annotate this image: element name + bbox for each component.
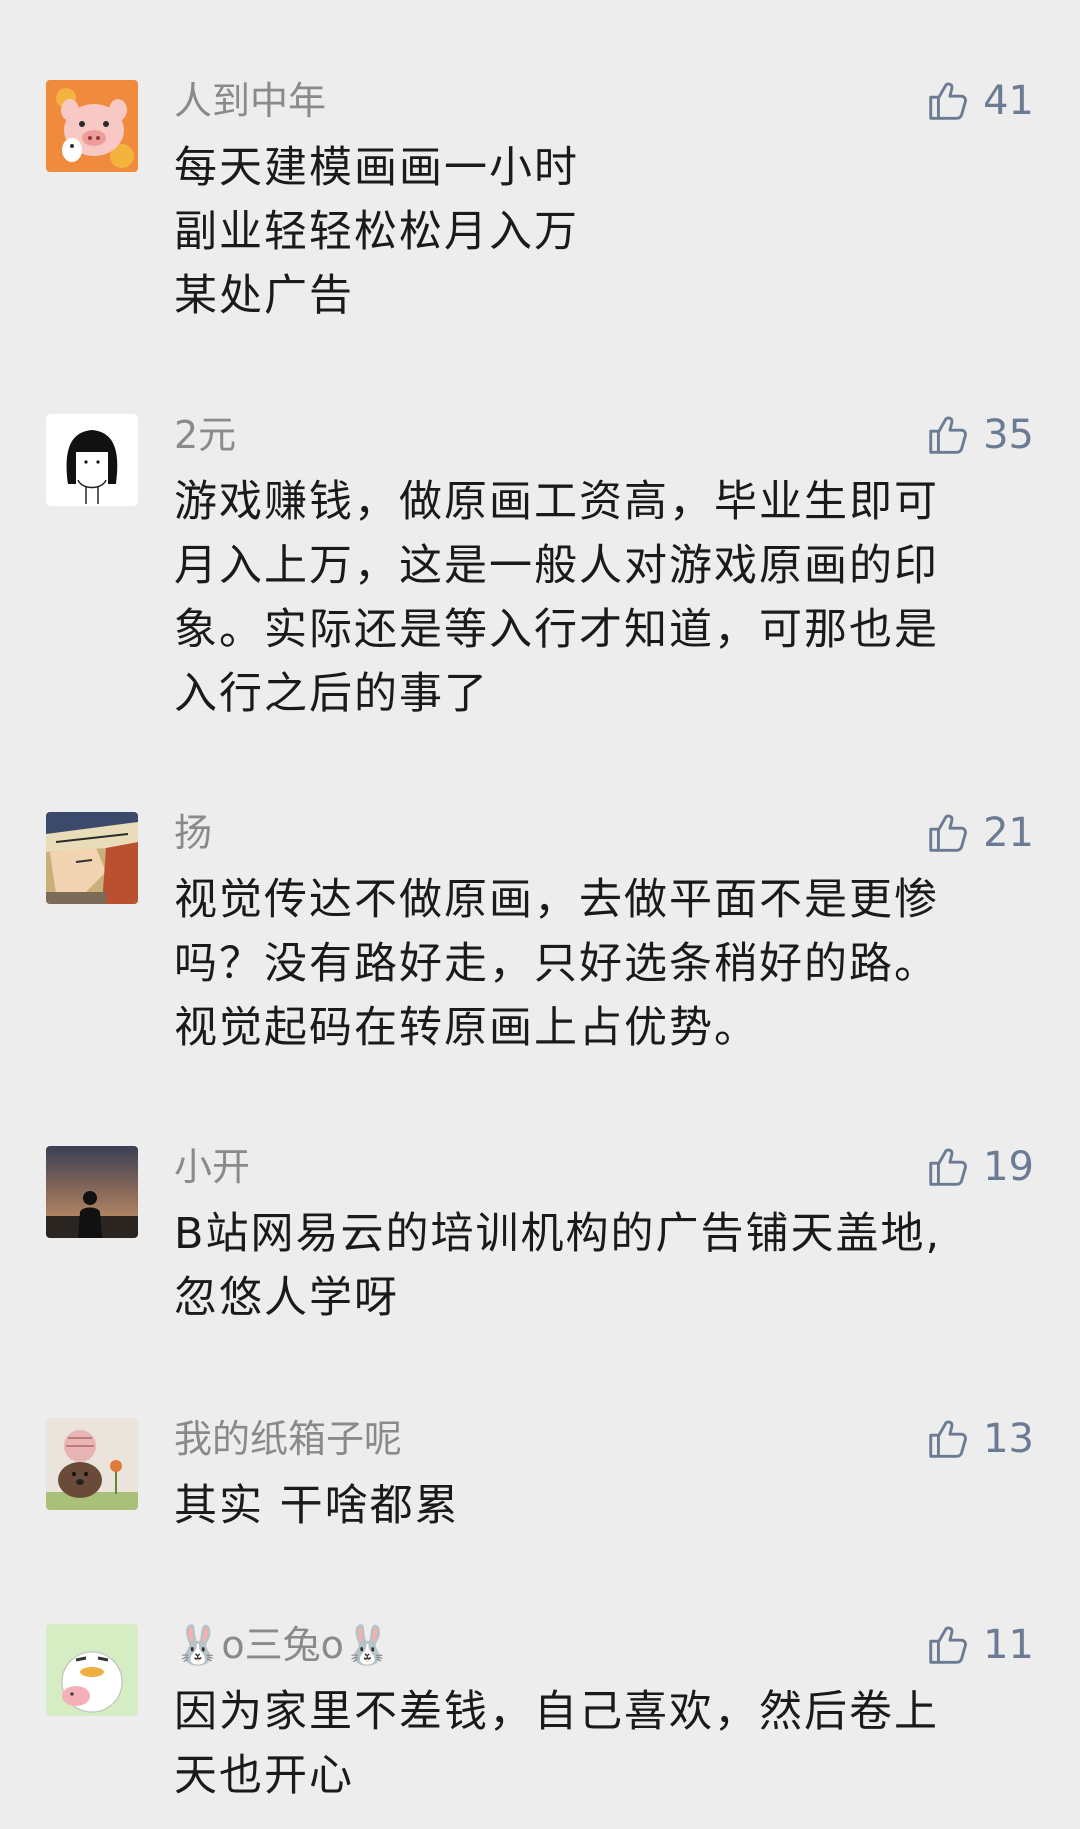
comment-line: 象。实际还是等入行才知道，可那也是 [174, 605, 939, 655]
duck-cartoon-avatar[interactable] [46, 1624, 138, 1716]
comment-author-name[interactable]: 🐰o三兔o🐰 [174, 1622, 391, 1668]
comment-author-name[interactable]: 扬 [174, 810, 212, 856]
comment-text: 其实 干啥都累 [174, 1474, 1014, 1538]
comment-text: 视觉传达不做原画，去做平面不是更惨 吗？没有路好走，只好选条稍好的路。 视觉起码… [174, 868, 1014, 1060]
comment-text: B站网易云的培训机构的广告铺天盖地, 忽悠人学呀 [174, 1202, 1014, 1330]
comment-text: 因为家里不差钱，自己喜欢，然后卷上 天也开心 [174, 1680, 1014, 1808]
comment-line: 某处广告 [174, 271, 354, 321]
like-count: 11 [983, 1622, 1034, 1668]
like-count: 19 [983, 1144, 1034, 1190]
comment-line: B站网易云的培训机构的广告铺天盖地, [174, 1209, 942, 1259]
pig-cartoon-avatar[interactable] [46, 80, 138, 172]
like-button[interactable]: 13 [925, 1416, 1034, 1462]
thumbs-up-icon [929, 416, 968, 454]
thumbs-up-icon [929, 1420, 968, 1458]
thumbs-up-icon [929, 82, 968, 120]
comment-line: 游戏赚钱，做原画工资高，毕业生即可 [174, 477, 939, 527]
comment-author-name[interactable]: 小开 [174, 1144, 250, 1190]
comment-line: 每天建模画画一小时 [174, 143, 579, 193]
comment-line: 其实 干啥都累 [174, 1481, 460, 1531]
like-count: 13 [983, 1416, 1034, 1462]
sunset-silhouette-avatar[interactable] [46, 1146, 138, 1238]
comment-line: 副业轻轻松松月入万 [174, 207, 579, 257]
like-count: 21 [983, 810, 1034, 856]
comment-line: 视觉起码在转原画上占优势。 [174, 1003, 759, 1053]
anime-boy-avatar[interactable] [46, 812, 138, 904]
comment-text: 游戏赚钱，做原画工资高，毕业生即可 月入上万，这是一般人对游戏原画的印 象。实际… [174, 470, 1014, 726]
like-button[interactable]: 35 [925, 412, 1034, 458]
comment-line: 天也开心 [174, 1751, 354, 1801]
dog-with-flower-avatar[interactable] [46, 1418, 138, 1510]
comment-line: 吗？没有路好走，只好选条稍好的路。 [174, 939, 939, 989]
comment-line: 忽悠人学呀 [174, 1273, 399, 1323]
comment-line: 视觉传达不做原画，去做平面不是更惨 [174, 875, 939, 925]
comment-author-name[interactable]: 2元 [174, 412, 236, 458]
like-count: 41 [983, 78, 1034, 124]
girl-sketch-avatar[interactable] [46, 414, 138, 506]
comment-line: 因为家里不差钱，自己喜欢，然后卷上 [174, 1687, 939, 1737]
thumbs-up-icon [929, 1626, 968, 1664]
comment-line: 月入上万，这是一般人对游戏原画的印 [174, 541, 939, 591]
thumbs-up-icon [929, 1148, 968, 1186]
comment-author-name[interactable]: 人到中年 [174, 78, 326, 124]
thumbs-up-icon [929, 814, 968, 852]
like-button[interactable]: 41 [925, 78, 1034, 124]
like-button[interactable]: 19 [925, 1144, 1034, 1190]
comment-text: 每天建模画画一小时 副业轻轻松松月入万 某处广告 [174, 136, 1014, 328]
comment-author-name[interactable]: 我的纸箱子呢 [174, 1416, 402, 1462]
comment-line: 入行之后的事了 [174, 669, 489, 719]
like-count: 35 [983, 412, 1034, 458]
like-button[interactable]: 11 [925, 1622, 1034, 1668]
like-button[interactable]: 21 [925, 810, 1034, 856]
